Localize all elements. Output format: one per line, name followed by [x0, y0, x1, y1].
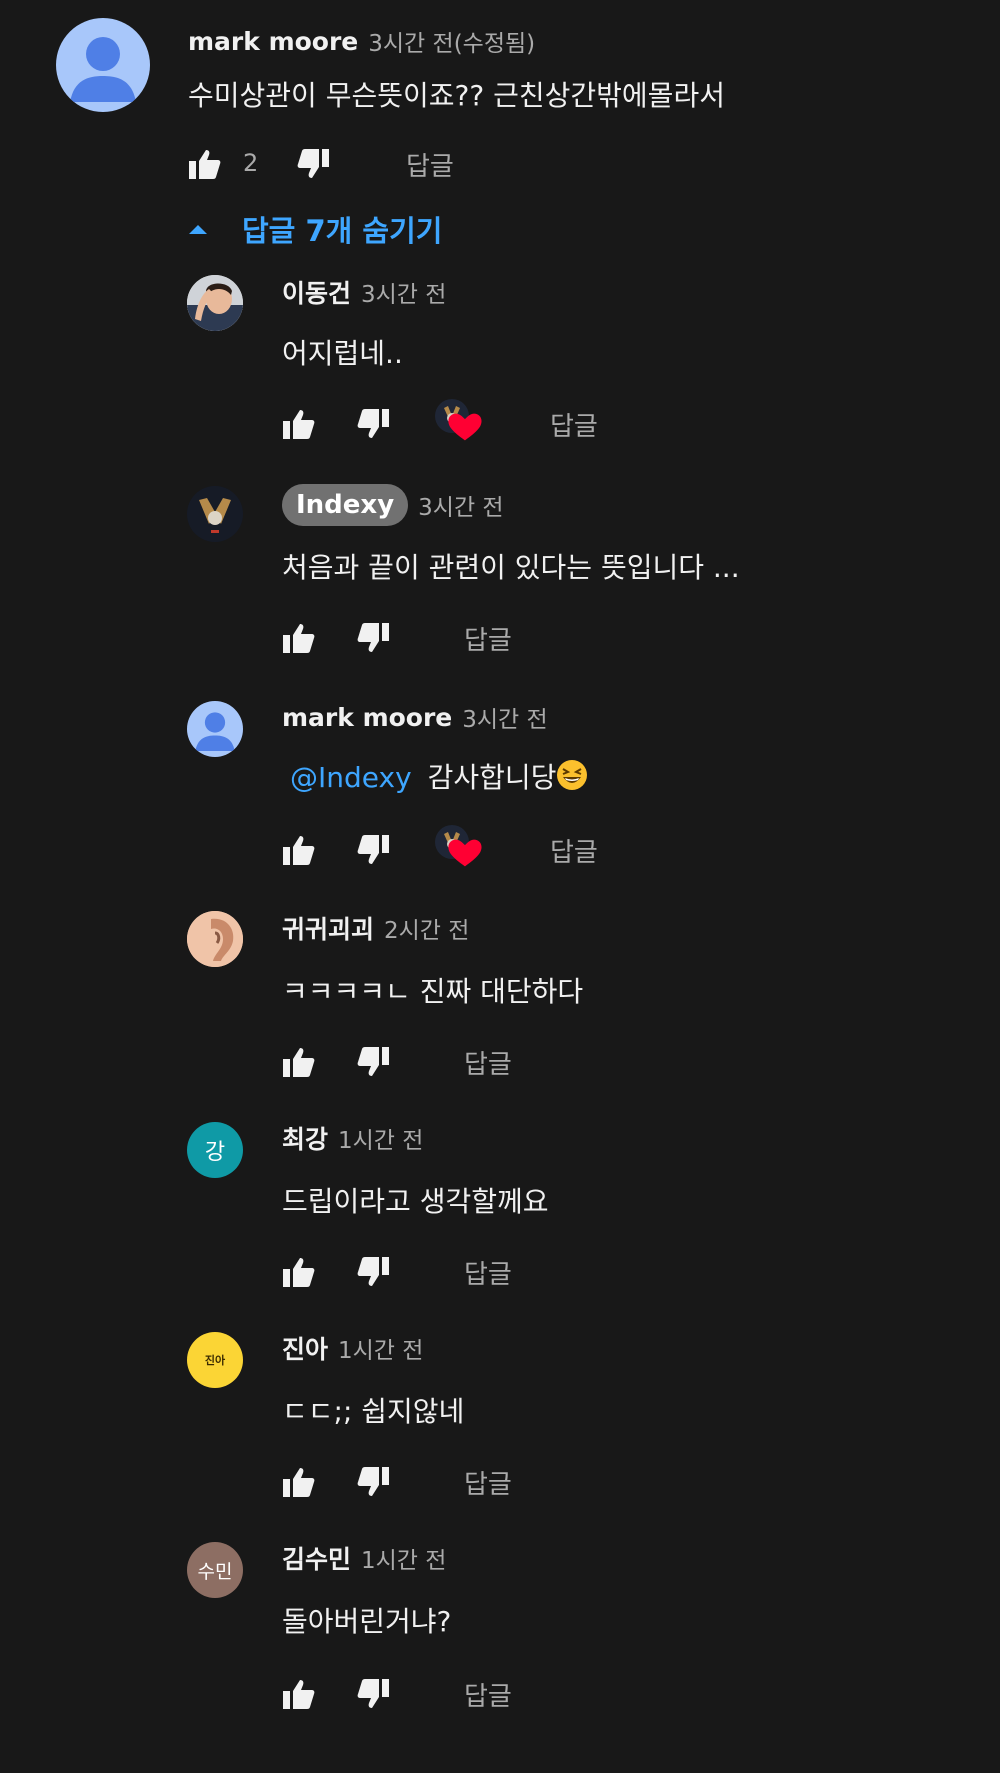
reply-button[interactable]: 답글	[406, 146, 454, 183]
creator-heart-icon	[435, 399, 482, 441]
comment-header: 귀귀괴괴 2시간 전	[282, 910, 469, 946]
reply-avatar[interactable]	[187, 701, 243, 757]
comment-header: mark moore 3시간 전	[282, 700, 548, 734]
thumbs-down-icon[interactable]	[356, 1678, 390, 1710]
comment-text: ㄷㄷ;; 쉽지않네	[282, 1395, 465, 1428]
thumbs-down-icon[interactable]	[356, 834, 390, 866]
hide-replies-button[interactable]: 답글 7개 숨기기	[188, 208, 442, 250]
thumbs-down-icon[interactable]	[356, 622, 390, 654]
comment-text: 드립이라고 생각할께요	[282, 1185, 549, 1218]
comment-time: 3시간 전	[462, 707, 548, 733]
comment-text: 돌아버린거냐?	[282, 1605, 452, 1638]
reply-button[interactable]: 답글	[464, 1676, 512, 1713]
thumbs-up-icon[interactable]	[282, 408, 316, 440]
reply-button[interactable]: 답글	[464, 620, 512, 657]
avatar-letter: 진아	[204, 1354, 226, 1367]
thumbs-down-icon[interactable]	[356, 408, 390, 440]
comment-header: Indexy 3시간 전	[282, 484, 504, 526]
thumbs-up-icon[interactable]	[282, 1466, 316, 1498]
hide-replies-label: 답글 7개 숨기기	[242, 214, 443, 248]
comment-text-content: 감사합니당	[427, 761, 557, 794]
thumbs-up-icon[interactable]	[282, 622, 316, 654]
channel-logo-icon	[187, 486, 243, 542]
reply-avatar[interactable]: 강	[187, 1122, 243, 1178]
thumbs-down-icon[interactable]	[356, 1256, 390, 1288]
thumbs-up-icon[interactable]	[282, 834, 316, 866]
comment-text: 수미상관이 무슨뜻이죠?? 근친상간밖에몰라서	[188, 79, 725, 112]
author-name[interactable]: 귀귀괴괴	[282, 910, 374, 946]
like-count: 2	[243, 149, 259, 177]
author-name[interactable]: 김수민	[282, 1540, 351, 1576]
comment-header: 김수민 1시간 전	[282, 1540, 446, 1576]
top-comment-avatar[interactable]	[56, 18, 150, 112]
author-name[interactable]: mark moore	[188, 27, 358, 56]
reply-avatar[interactable]	[187, 275, 243, 331]
thumbs-down-icon[interactable]	[356, 1046, 390, 1078]
reply-avatar[interactable]: 진아	[187, 1332, 243, 1388]
thumbs-down-icon[interactable]	[296, 148, 330, 180]
avatar-letter: 수민	[197, 1560, 233, 1583]
reply-avatar[interactable]	[187, 911, 243, 967]
avatar-letter: 강	[204, 1140, 226, 1165]
reply-button[interactable]: 답글	[464, 1044, 512, 1081]
creator-author-badge[interactable]: Indexy	[282, 484, 409, 526]
reply-avatar[interactable]	[187, 486, 243, 542]
comment-header: 최강 1시간 전	[282, 1120, 423, 1156]
thumbs-up-icon[interactable]	[282, 1046, 316, 1078]
reply-button[interactable]: 답글	[464, 1254, 512, 1291]
comment-header: mark moore 3시간 전(수정됨)	[188, 24, 535, 58]
comment-time: 3시간 전(수정됨)	[368, 31, 536, 57]
reply-button[interactable]: 답글	[464, 1464, 512, 1501]
mention-link[interactable]: @Indexy	[290, 761, 412, 794]
ear-photo-icon	[187, 911, 243, 967]
grinning-squinting-emoji-icon	[557, 760, 588, 790]
reply-button[interactable]: 답글	[550, 406, 598, 443]
comment-text: ㅋㅋㅋㅋㄴ 진짜 대단하다	[282, 975, 584, 1008]
author-name[interactable]: 이동건	[282, 274, 351, 310]
comment-time: 1시간 전	[338, 1128, 424, 1154]
comment-text: 어지럽네..	[282, 337, 403, 370]
creator-heart-icon	[435, 825, 482, 867]
comment-time: 2시간 전	[384, 918, 470, 944]
default-person-icon	[70, 37, 136, 102]
comment-time: 1시간 전	[338, 1338, 424, 1364]
default-person-icon	[195, 712, 235, 752]
thumbs-up-icon[interactable]	[282, 1678, 316, 1710]
reply-button[interactable]: 답글	[550, 832, 598, 869]
thumbs-up-icon[interactable]	[282, 1256, 316, 1288]
comment-header: 이동건 3시간 전	[282, 274, 446, 310]
reply-avatar[interactable]: 수민	[187, 1542, 243, 1598]
comment-header: 진아 1시간 전	[282, 1330, 423, 1366]
comment-time: 3시간 전	[361, 282, 447, 308]
comment-text: 처음과 끝이 관련이 있다는 뜻입니다 ...	[282, 551, 740, 584]
thumbs-down-icon[interactable]	[356, 1466, 390, 1498]
photo-man-icon	[187, 275, 243, 331]
comment-time: 1시간 전	[361, 1548, 447, 1574]
comment-time: 3시간 전	[418, 495, 504, 521]
caret-up-icon	[189, 225, 207, 234]
thumbs-up-icon[interactable]	[188, 148, 222, 180]
author-name[interactable]: 진아	[282, 1330, 328, 1366]
author-name[interactable]: 최강	[282, 1120, 328, 1156]
comment-text: @Indexy 감사합니당	[290, 756, 588, 796]
author-name[interactable]: mark moore	[282, 703, 452, 732]
